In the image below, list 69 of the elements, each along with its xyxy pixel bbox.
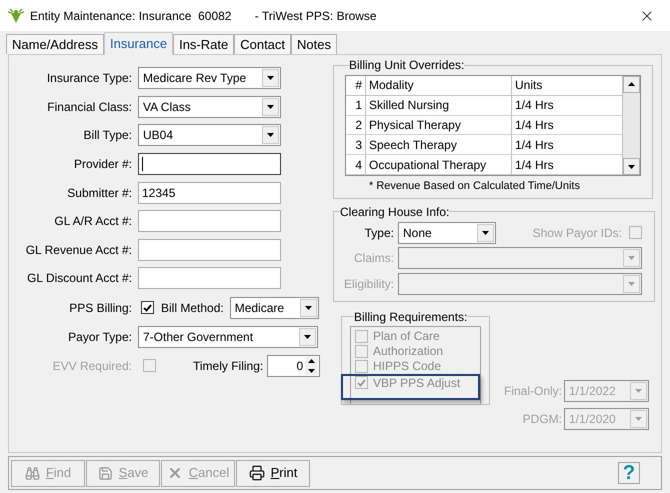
caret-icon <box>635 416 642 420</box>
spin-up-icon[interactable] <box>305 356 318 366</box>
field-label: Insurance Type: <box>46 71 132 86</box>
caret-icon <box>267 133 274 138</box>
field-label: GL Revenue Acct #: <box>26 242 132 257</box>
caret-icon <box>304 335 311 340</box>
group-title: Billing Unit Overrides: <box>349 57 464 74</box>
field-label: Final-Only: <box>504 382 562 400</box>
dropdown-field[interactable]: Medicare <box>230 296 319 319</box>
binoculars-icon <box>24 466 40 480</box>
column-header[interactable]: # <box>346 76 366 95</box>
field-label: EVV Required: <box>52 358 132 373</box>
field-label: Payor Type: <box>68 330 132 344</box>
scrollbar[interactable] <box>623 76 640 175</box>
field-label: GL A/R Acct #: <box>54 214 132 228</box>
dropdown-field[interactable]: None <box>398 222 496 244</box>
field-label: GL Discount Acct #: <box>27 271 132 286</box>
caret-icon <box>628 282 635 286</box>
tab[interactable]: Notes <box>291 34 337 54</box>
field-label: Bill Method: <box>161 300 224 317</box>
dropdown-field[interactable]: UB04 <box>138 124 281 146</box>
field-label: Eligibility: <box>344 276 394 290</box>
spinner-field[interactable]: 0 <box>267 354 320 377</box>
dropdown-field[interactable]: VA Class <box>138 96 281 118</box>
text-field[interactable] <box>138 153 281 176</box>
text-field[interactable] <box>138 210 281 232</box>
footnote: * Revenue Based on Calculated Time/Units <box>369 179 581 194</box>
table-cell: 4 <box>346 155 366 174</box>
print-button[interactable]: Print <box>236 460 310 486</box>
field-label: Provider #: <box>74 157 132 172</box>
table-cell: Skilled Nursing <box>366 96 512 115</box>
field-label: Type: <box>364 226 394 240</box>
field-label: Show Payor IDs: <box>532 224 622 242</box>
caret-icon <box>267 104 274 109</box>
field-label: Claims: <box>354 250 394 264</box>
group-title: Clearing House Info: <box>340 204 450 220</box>
printer-icon <box>248 465 265 481</box>
caret-icon <box>304 306 312 310</box>
logo-icon <box>8 8 24 22</box>
text-field[interactable] <box>138 238 281 261</box>
table-cell: Speech Therapy <box>366 135 512 154</box>
table-cell: 3 <box>346 135 366 154</box>
text-field[interactable] <box>138 267 281 290</box>
dropdown-field[interactable]: 7-Other Government <box>138 326 318 348</box>
caret-icon <box>628 256 635 260</box>
field-label: Bill Type: <box>84 128 132 142</box>
checkbox[interactable] <box>141 301 154 314</box>
tab[interactable]: Ins-Rate <box>173 34 234 54</box>
field-label: Timely Filing: <box>193 358 264 375</box>
field-label: PDGM: <box>522 410 562 428</box>
dropdown-field[interactable]: Medicare Rev Type <box>138 67 281 90</box>
tab[interactable]: Insurance <box>104 32 174 55</box>
tab[interactable]: Name/Address <box>6 34 104 54</box>
table-cell: 1 <box>346 96 366 115</box>
caret-icon <box>482 230 489 234</box>
tab[interactable]: Contact <box>234 34 292 54</box>
field-label: Submitter #: <box>67 186 132 200</box>
window-title: Entity Maintenance: Insurance 60082 - TriWest PPS: Browse <box>30 8 377 24</box>
field-label: PPS Billing: <box>69 300 132 315</box>
column-header[interactable]: Modality <box>366 76 512 95</box>
table-cell: 2 <box>346 116 366 134</box>
save-icon <box>98 466 113 480</box>
text-field[interactable]: 12345 <box>138 182 281 204</box>
table-cell: Physical Therapy <box>366 116 512 134</box>
caret-icon <box>635 388 642 392</box>
caret-icon <box>267 76 274 80</box>
field-label: Financial Class: <box>47 100 132 114</box>
group-title: Billing Requirements: <box>354 308 468 326</box>
table-cell: Occupational Therapy <box>366 155 512 174</box>
